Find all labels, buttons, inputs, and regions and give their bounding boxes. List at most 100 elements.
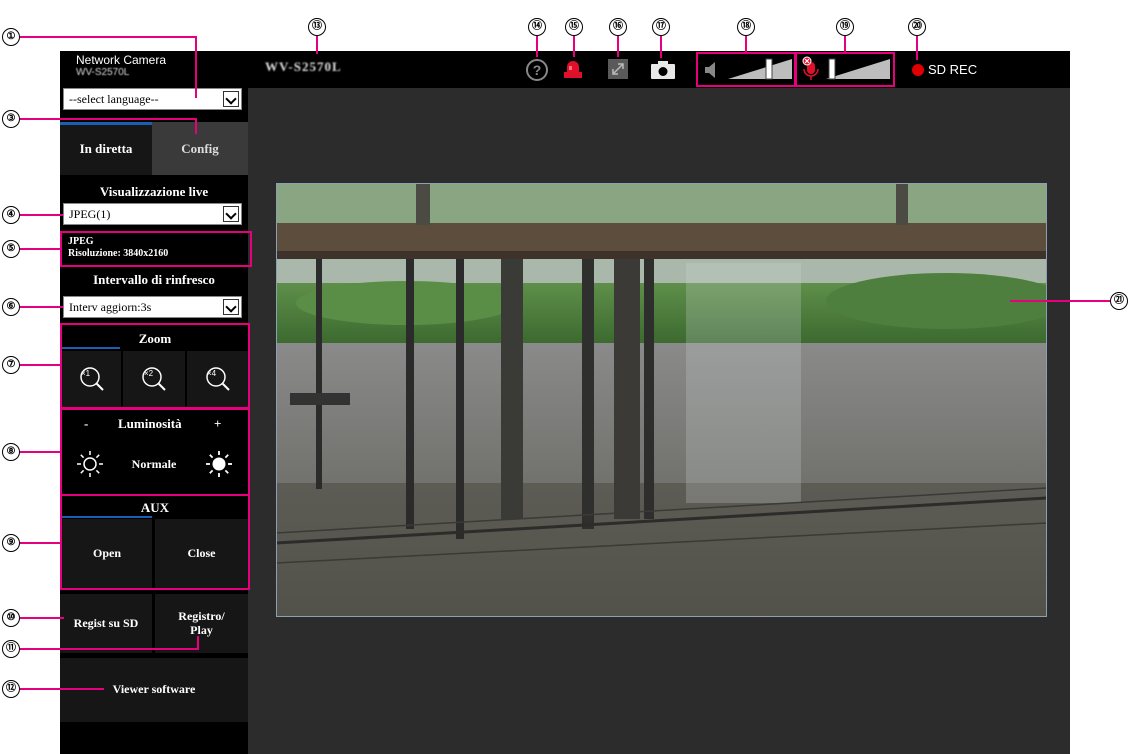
stream-info-resolution: Risoluzione: 3840x2160 — [68, 248, 169, 259]
chevron-down-icon — [223, 91, 239, 107]
callout-8: ⑧ — [2, 443, 20, 461]
stream-info-box: JPEG Risoluzione: 3840x2160 — [60, 231, 252, 267]
refresh-interval-select[interactable]: Interv aggiorn:3s — [63, 296, 242, 318]
camera-model-small: WV-S2570L — [76, 67, 130, 78]
zoom-x1-label: ×1 — [81, 369, 91, 378]
sun-filled-icon — [206, 451, 232, 477]
camera-title: WV-S2570L — [265, 59, 342, 74]
zoom-x4-button[interactable]: ×4 — [187, 351, 248, 407]
leader-line — [20, 118, 197, 120]
zoom-x4-label: ×4 — [207, 369, 217, 378]
brightness-plus-label: + — [214, 416, 222, 431]
question-mark-icon[interactable]: ? — [526, 59, 548, 81]
zoom-header: Zoom — [62, 325, 248, 349]
sd-rec-label: SD REC — [928, 62, 978, 77]
leader-line — [20, 36, 197, 38]
leader-line — [20, 364, 60, 366]
speaker-icon[interactable] — [703, 59, 719, 81]
leader-line — [197, 636, 199, 650]
zoom-x2-label: ×2 — [144, 369, 154, 378]
callout-3: ③ — [2, 110, 20, 128]
leader-line — [916, 36, 918, 60]
camera-icon[interactable] — [650, 60, 676, 80]
brightness-down-button[interactable] — [62, 434, 118, 494]
leader-line — [1010, 300, 1110, 302]
volume-slider[interactable] — [728, 57, 792, 81]
tab-config-label: Config — [181, 140, 219, 156]
zoom-heading: Zoom — [138, 331, 172, 346]
alarm-lamp-icon[interactable] — [561, 58, 585, 80]
callout-6: ⑥ — [2, 298, 20, 316]
brightness-normal-button[interactable]: Normale — [121, 434, 187, 494]
zoom-x2-button[interactable]: ×2 — [123, 351, 185, 407]
mic-volume-slider[interactable] — [826, 57, 890, 81]
language-select-value: --select language-- — [69, 91, 159, 106]
callout-1: ① — [2, 28, 20, 46]
tab-live[interactable]: In diretta — [60, 122, 152, 175]
leader-line — [20, 542, 60, 544]
record-dot-icon — [912, 63, 924, 76]
stream-select[interactable]: JPEG(1) — [63, 203, 242, 225]
leader-line — [660, 36, 662, 58]
callout-10: ⑩ — [2, 609, 20, 627]
brightness-minus-label: - — [84, 416, 89, 431]
callout-11: ⑪ — [2, 640, 20, 658]
callout-17: ⑰ — [652, 18, 670, 36]
aux-open-button[interactable]: Open — [62, 519, 152, 588]
expand-icon[interactable] — [607, 58, 629, 80]
callout-9: ⑨ — [2, 534, 20, 552]
leader-line — [20, 451, 60, 453]
leader-line — [536, 36, 538, 57]
aux-header: AUX — [62, 496, 248, 518]
leader-line — [844, 36, 846, 52]
callout-15: ⑮ — [565, 18, 583, 36]
callout-5: ⑤ — [2, 240, 20, 258]
callout-18: ⑱ — [737, 18, 755, 36]
tab-active-indicator — [60, 122, 152, 125]
viewer-software-button[interactable]: Viewer software — [60, 658, 248, 722]
refresh-select-value: Interv aggiorn:3s — [69, 299, 152, 314]
sun-outline-icon — [77, 451, 103, 477]
zoom-x1-button[interactable]: ×1 — [62, 351, 121, 407]
callout-19: ⑲ — [836, 18, 854, 36]
record-play-button[interactable]: Registro/ Play — [155, 594, 248, 653]
leader-line — [195, 118, 197, 134]
live-view-heading: Visualizzazione live — [99, 184, 209, 199]
brightness-heading: Luminosità — [118, 416, 182, 431]
tab-config[interactable]: Config — [152, 122, 248, 175]
sd-rec-indicator: SD REC — [912, 62, 977, 77]
tab-live-label: In diretta — [79, 140, 133, 156]
leader-line — [617, 36, 619, 57]
leader-line — [20, 214, 63, 216]
language-select[interactable]: --select language-- — [63, 88, 242, 110]
brightness-normal-label: Normale — [131, 456, 177, 471]
leader-line — [745, 36, 747, 52]
leader-line — [20, 617, 64, 619]
callout-7: ⑦ — [2, 356, 20, 374]
aux-heading: AUX — [140, 500, 170, 515]
leader-line — [20, 688, 104, 690]
refresh-heading: Intervallo di rinfresco — [93, 272, 215, 287]
sd-record-button[interactable]: Regist su SD — [60, 594, 152, 653]
callout-16: ⑯ — [609, 18, 627, 36]
leader-line — [20, 306, 63, 308]
aux-active-indicator — [62, 516, 152, 518]
stream-info-format: JPEG — [68, 236, 94, 247]
leader-line — [195, 36, 197, 98]
callout-12: ⑫ — [2, 680, 20, 698]
brightness-up-button[interactable] — [190, 434, 248, 494]
callout-21: ㉑ — [1110, 292, 1128, 310]
callout-20: ⑳ — [908, 18, 926, 36]
zoom-active-indicator — [62, 347, 120, 349]
callout-14: ⑭ — [528, 18, 546, 36]
microphone-muted-icon[interactable] — [801, 56, 821, 82]
chevron-down-icon — [223, 299, 239, 315]
leader-line — [573, 36, 575, 57]
aux-close-button[interactable]: Close — [155, 519, 248, 588]
camera-label: Network Camera — [76, 53, 167, 67]
callout-13: ⑬ — [308, 18, 326, 36]
leader-line — [20, 648, 199, 650]
live-camera-image[interactable] — [276, 183, 1047, 617]
stream-select-value: JPEG(1) — [69, 206, 111, 221]
callout-4: ④ — [2, 206, 20, 224]
